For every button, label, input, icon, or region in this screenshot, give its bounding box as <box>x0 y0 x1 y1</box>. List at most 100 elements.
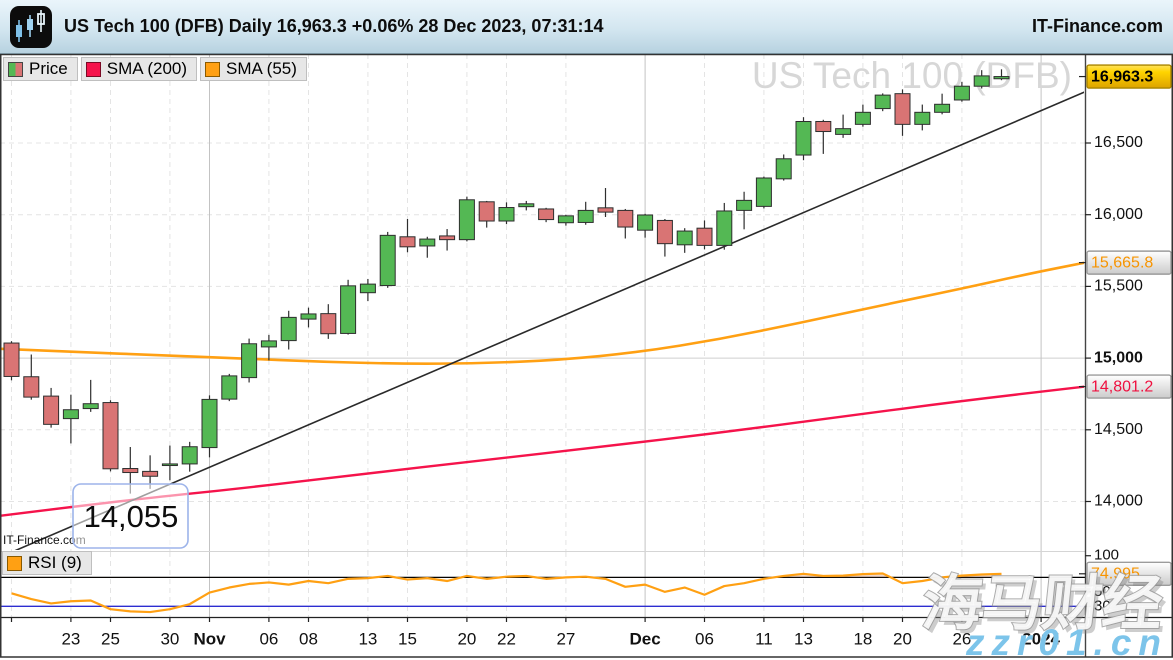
sma55-value-tag: 15,665.8 <box>1079 251 1171 274</box>
x-axis-label: 22 <box>497 629 516 648</box>
candle-body <box>222 376 237 399</box>
candle-body <box>380 235 395 285</box>
candle-Oct-25[interactable] <box>103 400 118 471</box>
candle-Nov-14[interactable] <box>380 232 395 288</box>
x-axis-label: 08 <box>299 629 318 648</box>
x-axis-label: 18 <box>853 629 872 648</box>
candle-body <box>162 464 177 466</box>
legend-item-sma55[interactable]: SMA (55) <box>200 57 307 81</box>
price-axis-label: 16,000 <box>1094 206 1143 223</box>
candle-Dec-13[interactable] <box>796 117 811 160</box>
price-annotation[interactable]: 14,055 <box>73 484 188 548</box>
x-axis-label: Dec <box>630 629 661 648</box>
candle-body <box>697 228 712 245</box>
x-axis-label: 30 <box>160 629 179 648</box>
candle-body <box>776 159 791 179</box>
candle-Oct-18[interactable] <box>4 341 19 380</box>
candle-body <box>618 210 633 227</box>
x-axis-label: 27 <box>556 629 575 648</box>
candle-body <box>836 129 851 135</box>
candle-body <box>598 208 613 212</box>
candle-body <box>915 112 930 124</box>
legend-sma200-label: SMA (200) <box>107 59 187 79</box>
candle-body <box>875 95 890 108</box>
candle-body <box>459 200 474 240</box>
tag-label: 14,801.2 <box>1091 378 1153 395</box>
price-panel-legend: Price SMA (200) SMA (55) <box>3 57 307 81</box>
candle-body <box>578 210 593 222</box>
candle-body <box>558 216 573 223</box>
candle-body <box>638 215 653 230</box>
candle-body <box>242 344 257 378</box>
candle-body <box>440 236 455 240</box>
candle-body <box>400 237 415 247</box>
candle-Dec-11[interactable] <box>756 177 771 209</box>
candle-body <box>4 343 19 376</box>
legend-item-price[interactable]: Price <box>3 57 78 81</box>
candle-body <box>974 76 989 86</box>
chart-canvas[interactable]: US Tech 100 (DFB)IT-Finance.com14,05516,… <box>0 0 1173 660</box>
price-axis-label: 14,000 <box>1094 493 1143 510</box>
sma200-value-tag: 14,801.2 <box>1079 375 1171 398</box>
rsi-swatch-icon <box>7 556 22 571</box>
candle-body <box>994 77 1009 79</box>
candle-Nov-01[interactable] <box>202 395 217 457</box>
candle-body <box>895 94 910 125</box>
x-axis-label: 20 <box>893 629 912 648</box>
candle-body <box>717 211 732 245</box>
legend-sma55-label: SMA (55) <box>226 59 297 79</box>
candle-Nov-20[interactable] <box>459 197 474 242</box>
candle-body <box>83 404 98 409</box>
candle-Nov-24[interactable] <box>539 208 554 222</box>
current-price-tag: 16,963.3 <box>1079 65 1171 88</box>
candle-body <box>301 314 316 319</box>
rsi-axis-label: 100 <box>1094 547 1119 564</box>
candle-body <box>261 341 276 347</box>
corner-watermark-url: zzr01.cn <box>965 622 1168 660</box>
candle-body <box>935 104 950 112</box>
candle-Nov-02[interactable] <box>222 374 237 401</box>
candle-body <box>677 231 692 245</box>
legend-item-sma200[interactable]: SMA (200) <box>81 57 197 81</box>
annotation-label: 14,055 <box>84 499 179 534</box>
candle-body <box>539 209 554 220</box>
candle-body <box>63 410 78 419</box>
candle-body <box>103 403 118 469</box>
tag-label: 16,963.3 <box>1091 68 1153 85</box>
candle-body <box>855 112 870 124</box>
candle-body <box>657 220 672 243</box>
candle-Nov-10[interactable] <box>341 280 356 335</box>
candle-body <box>816 121 831 131</box>
chart-watermark: US Tech 100 (DFB) <box>752 55 1072 96</box>
candle-body <box>24 377 39 397</box>
x-axis-label: 25 <box>101 629 120 648</box>
price-axis-label: 16,500 <box>1094 134 1143 151</box>
candle-body <box>341 286 356 334</box>
candle-body <box>182 447 197 464</box>
x-axis-label: 06 <box>695 629 714 648</box>
price-axis-label: 14,500 <box>1094 421 1143 438</box>
price-swatch-icon <box>8 62 23 77</box>
x-axis-label: 11 <box>755 629 773 648</box>
candle-body <box>321 314 336 334</box>
candle-body <box>737 200 752 210</box>
legend-item-rsi[interactable]: RSI (9) <box>2 551 92 575</box>
price-axis-label: 15,500 <box>1094 278 1143 295</box>
x-axis-label: Nov <box>193 629 226 648</box>
chart-window: US Tech 100 (DFB) Daily 16,963.3 +0.06% … <box>0 0 1173 660</box>
candle-body <box>499 208 514 221</box>
candle-body <box>143 471 158 476</box>
candle-Nov-03[interactable] <box>242 339 257 383</box>
candle-body <box>519 204 534 207</box>
candle-Dec-12[interactable] <box>776 154 791 180</box>
candle-body <box>360 284 375 293</box>
x-axis-label: 20 <box>457 629 476 648</box>
candle-body <box>756 178 771 206</box>
candle-Dec-19[interactable] <box>875 93 890 111</box>
x-axis-label: 13 <box>794 629 813 648</box>
sma200-swatch-icon <box>86 62 101 77</box>
candle-body <box>954 86 969 100</box>
x-axis-label: 15 <box>398 629 417 648</box>
legend-price-label: Price <box>29 59 68 79</box>
legend-rsi-label: RSI (9) <box>28 553 82 573</box>
